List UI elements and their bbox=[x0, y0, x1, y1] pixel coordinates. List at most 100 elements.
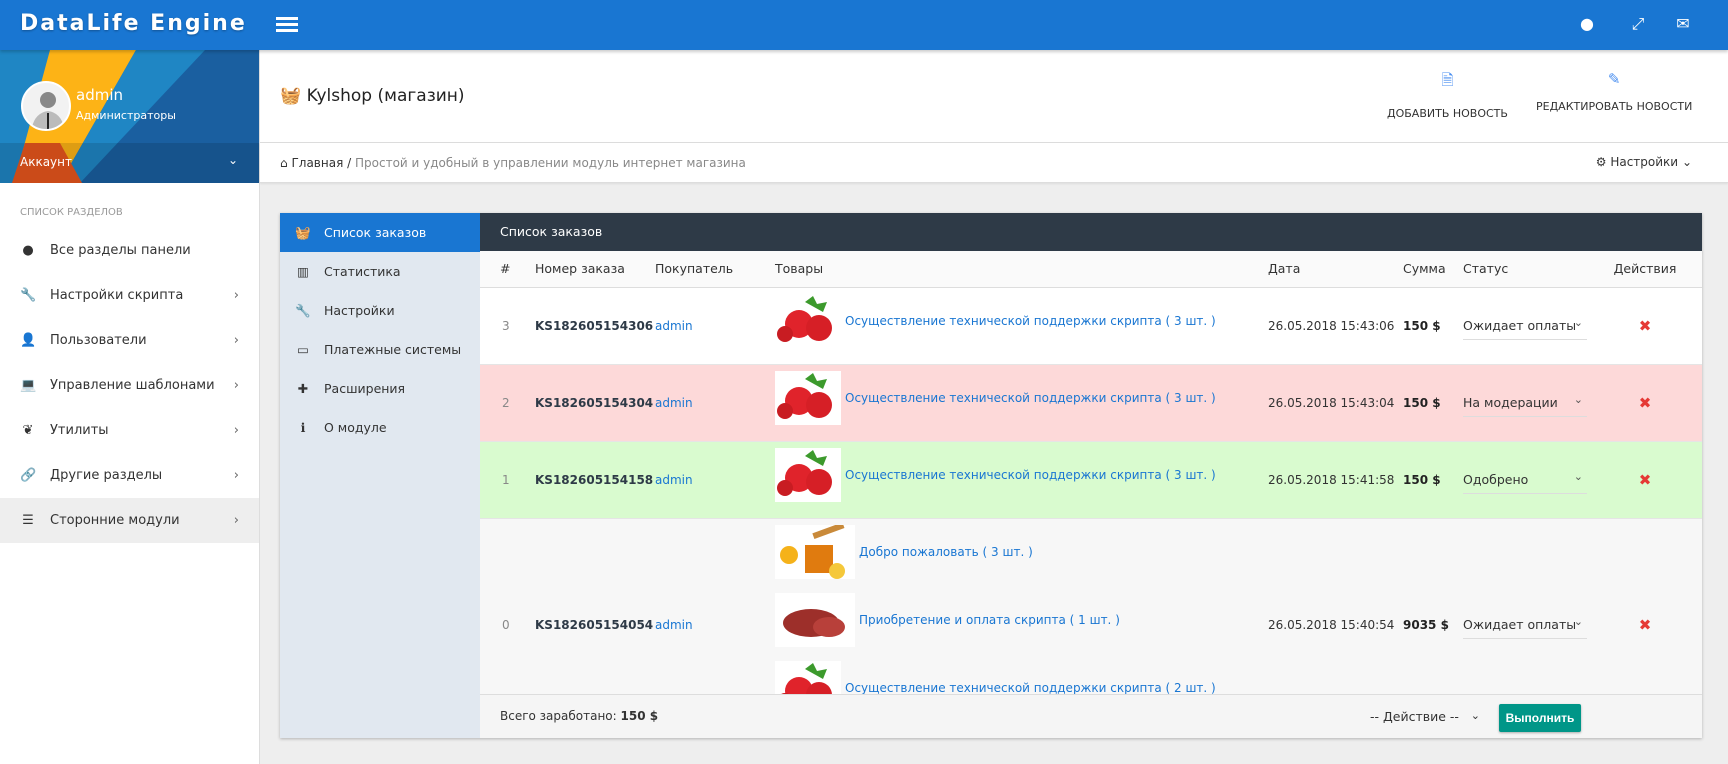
user-block: admin Администраторы Аккаунт ⌄ bbox=[0, 50, 259, 183]
table-row: 1 KS182605154158 admin Осуществление технич… bbox=[480, 441, 1702, 519]
product-image-honey bbox=[775, 521, 855, 579]
chevron-down-icon: ⌄ bbox=[1573, 469, 1583, 483]
action-select[interactable]: -- Действие -- ⌄ bbox=[1370, 709, 1480, 724]
delete-icon[interactable]: ✖ bbox=[1639, 471, 1652, 489]
column-header: Дата bbox=[1268, 251, 1403, 288]
globe-icon[interactable]: ● bbox=[1576, 14, 1598, 36]
edit-icon: ✎ bbox=[1607, 70, 1621, 88]
add-news-label: ДОБАВИТЬ НОВОСТЬ bbox=[1387, 107, 1508, 120]
basket-icon: 🧺 bbox=[280, 86, 302, 106]
delete-icon[interactable]: ✖ bbox=[1639, 394, 1652, 412]
chevron-right-icon: › bbox=[233, 423, 239, 438]
wrench-icon: 🔧 bbox=[295, 303, 311, 318]
order-date: 26.05.2018 15:41:58 bbox=[1268, 472, 1395, 487]
order-date: 26.05.2018 15:43:04 bbox=[1268, 395, 1395, 410]
buyer-link[interactable]: admin bbox=[655, 319, 693, 333]
order-sum: 9035 $ bbox=[1403, 617, 1449, 632]
sidebar-item-label: Настройки скрипта bbox=[50, 288, 184, 303]
avatar[interactable] bbox=[21, 81, 71, 131]
settings-dropdown[interactable]: ⚙ Настройки ⌄ bbox=[1596, 155, 1692, 169]
chevron-down-icon: ⌄ bbox=[1573, 315, 1583, 329]
top-bar: DataLife Engine ● ⤢ ✉ bbox=[0, 0, 1728, 50]
chevron-down-icon: ⌄ bbox=[1573, 614, 1583, 628]
module-nav-label: Расширения bbox=[324, 381, 406, 396]
product-link[interactable]: Осуществление технической поддержки скри… bbox=[845, 314, 1216, 328]
product-image-meat bbox=[775, 592, 855, 647]
account-label: Аккаунт bbox=[20, 155, 72, 169]
menu-toggle-icon[interactable] bbox=[276, 14, 298, 36]
product-link[interactable]: Осуществление технической поддержки скри… bbox=[845, 681, 1216, 695]
sidebar-item-users[interactable]: 👤 Пользователи › bbox=[0, 318, 259, 363]
delete-icon[interactable]: ✖ bbox=[1639, 317, 1652, 335]
status-select[interactable]: Ожидает оплаты ⌄ bbox=[1463, 611, 1587, 639]
page-header: 🧺 Kylshop (магазин) 🗎 ДОБАВИТЬ НОВОСТЬ ✎ Р… bbox=[260, 50, 1728, 143]
breadcrumb-home[interactable]: Главная bbox=[291, 156, 343, 170]
chevron-down-icon: ⌄ bbox=[1681, 155, 1692, 169]
sidebar-item-all-sections[interactable]: ● Все разделы панели bbox=[0, 228, 259, 273]
account-dropdown[interactable]: Аккаунт ⌄ bbox=[0, 143, 259, 183]
order-number[interactable]: KS182605154306 bbox=[535, 319, 653, 333]
edit-news-button[interactable]: ✎ РЕДАКТИРОВАТЬ НОВОСТИ bbox=[1536, 70, 1692, 113]
delete-icon[interactable]: ✖ bbox=[1639, 616, 1652, 634]
module-nav-extensions[interactable]: ✚ Расширения bbox=[280, 369, 480, 408]
order-sum: 150 $ bbox=[1403, 318, 1441, 333]
orders-title: Список заказов bbox=[480, 213, 1702, 251]
buyer-link[interactable]: admin bbox=[655, 473, 693, 487]
buyer-link[interactable]: admin bbox=[655, 618, 693, 632]
chevron-down-icon: ⌄ bbox=[1470, 709, 1480, 722]
module-nav-about[interactable]: ℹ О модуле bbox=[280, 408, 480, 447]
module-nav-payment-systems[interactable]: ▭ Платежные системы bbox=[280, 330, 480, 369]
module-nav-orders[interactable]: 🧺 Список заказов bbox=[280, 213, 480, 252]
document-icon: 🗎 bbox=[1441, 71, 1454, 89]
sidebar-item-other-sections[interactable]: 🔗 Другие разделы › bbox=[0, 453, 259, 498]
fullscreen-icon[interactable]: ⤢ bbox=[1627, 14, 1649, 36]
product-item: Осуществление технической поддержки скри… bbox=[775, 292, 1268, 360]
sidebar-item-label: Управление шаблонами bbox=[50, 378, 215, 393]
app-logo: DataLife Engine bbox=[20, 11, 247, 36]
run-button[interactable]: Выполнить bbox=[1499, 704, 1581, 732]
orders-content: Список заказов # Номер заказа Покупатель То… bbox=[480, 213, 1702, 738]
order-number[interactable]: KS182605154054 bbox=[535, 618, 653, 632]
module-nav-label: Настройки bbox=[324, 303, 395, 318]
column-header: Номер заказа bbox=[535, 251, 655, 288]
sidebar-item-script-settings[interactable]: 🔧 Настройки скрипта › bbox=[0, 273, 259, 318]
sidebar-item-label: Утилиты bbox=[50, 423, 109, 438]
buyer-link[interactable]: admin bbox=[655, 396, 693, 410]
wrench-icon: 🔧 bbox=[20, 288, 37, 303]
column-header: Статус bbox=[1463, 251, 1588, 288]
order-number[interactable]: KS182605154158 bbox=[535, 473, 653, 487]
chevron-right-icon: › bbox=[233, 513, 239, 528]
product-link[interactable]: Осуществление технической поддержки скри… bbox=[845, 468, 1216, 482]
module-nav-label: Платежные системы bbox=[324, 342, 462, 357]
product-link[interactable]: Осуществление технической поддержки скри… bbox=[845, 391, 1216, 405]
module-nav-statistics[interactable]: ▥ Статистика bbox=[280, 252, 480, 291]
puzzle-icon: ✚ bbox=[297, 381, 309, 396]
chevron-right-icon: › bbox=[233, 468, 239, 483]
action-select-value: -- Действие -- bbox=[1370, 709, 1459, 724]
sidebar-item-third-party-modules[interactable]: ☰ Сторонние модули › bbox=[0, 498, 259, 543]
column-header: Сумма bbox=[1403, 251, 1463, 288]
sidebar-item-label: Все разделы панели bbox=[50, 243, 191, 258]
basket-icon: 🧺 bbox=[295, 225, 311, 240]
sidebar-item-templates[interactable]: 💻 Управление шаблонами › bbox=[0, 363, 259, 408]
status-select[interactable]: Ожидает оплаты ⌄ bbox=[1463, 312, 1587, 340]
mail-icon[interactable]: ✉ bbox=[1672, 14, 1694, 36]
module-nav-settings[interactable]: 🔧 Настройки bbox=[280, 291, 480, 330]
order-number[interactable]: KS182605154304 bbox=[535, 396, 653, 410]
page-title-text: Kylshop (магазин) bbox=[306, 86, 465, 106]
module-panel: 🧺 Список заказов ▥ Статистика 🔧 Настройки ▭… bbox=[280, 213, 1702, 738]
status-select[interactable]: Одобрено ⌄ bbox=[1463, 466, 1587, 494]
user-name[interactable]: admin bbox=[76, 86, 123, 104]
status-select[interactable]: На модерации ⌄ bbox=[1463, 389, 1587, 417]
product-link[interactable]: Приобретение и оплата скрипта ( 1 шт. ) bbox=[859, 613, 1120, 627]
column-header: # bbox=[480, 251, 535, 288]
settings-label: Настройки bbox=[1610, 155, 1679, 169]
product-link[interactable]: Добро пожаловать ( 3 шт. ) bbox=[859, 545, 1033, 559]
page-title: 🧺 Kylshop (магазин) bbox=[280, 86, 465, 106]
add-news-button[interactable]: 🗎 ДОБАВИТЬ НОВОСТЬ bbox=[1387, 70, 1508, 120]
column-header: Покупатель bbox=[655, 251, 775, 288]
sidebar-item-utilities[interactable]: ❦ Утилиты › bbox=[0, 408, 259, 453]
breadcrumb-current: Простой и удобный в управлении модуль ин… bbox=[355, 156, 746, 170]
home-icon: ⌂ bbox=[280, 156, 288, 170]
product-image-strawberry bbox=[775, 293, 841, 348]
